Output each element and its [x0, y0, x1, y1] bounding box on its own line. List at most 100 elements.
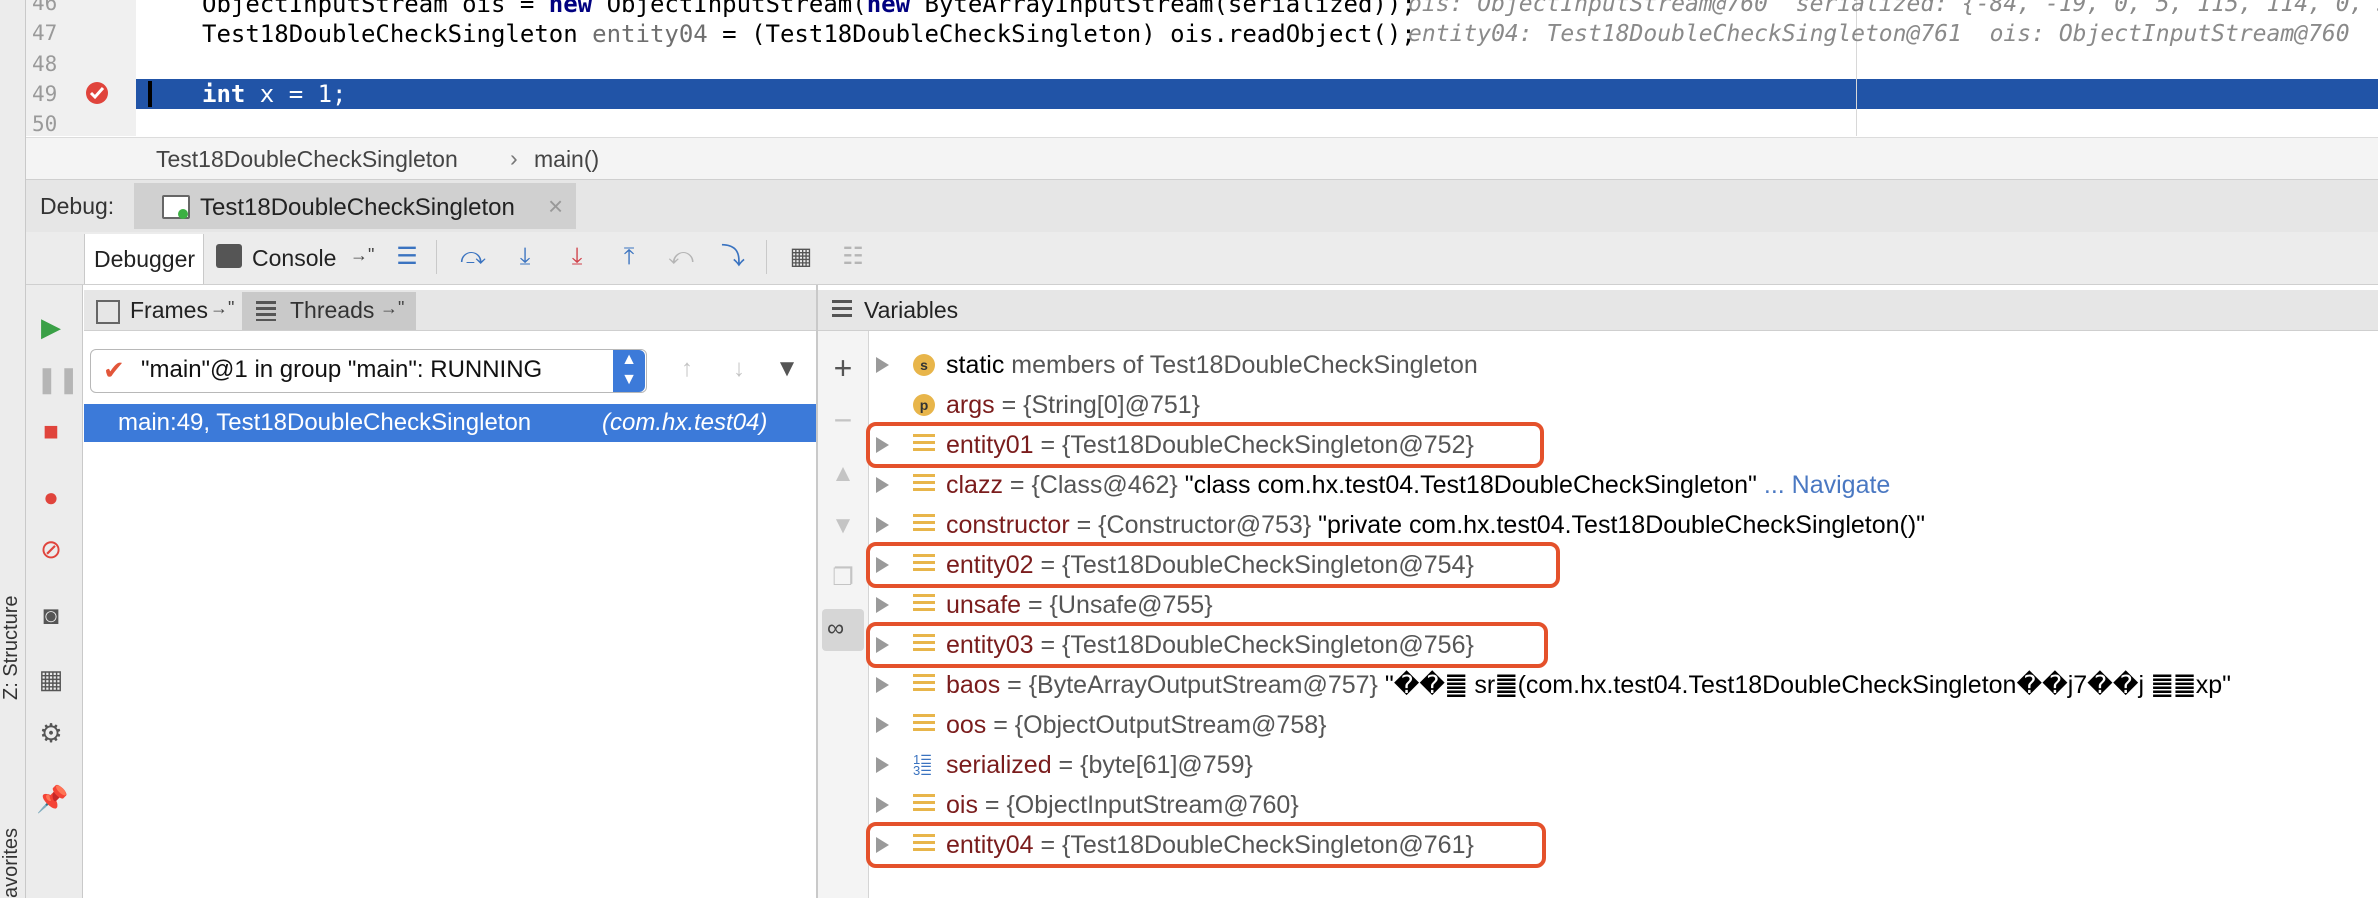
expand-arrow-icon[interactable]	[876, 757, 889, 773]
frame-row[interactable]: main:49, Test18DoubleCheckSingleton (com…	[84, 404, 816, 442]
show-watches-toggle[interactable]: ∞	[822, 609, 864, 651]
view-breakpoints-icon[interactable]: ●	[36, 482, 66, 512]
filter-icon[interactable]: ▼	[772, 354, 802, 384]
pause-icon[interactable]: ❚❚	[36, 364, 80, 394]
field-icon	[913, 474, 935, 496]
move-up-icon[interactable]: ▲	[828, 459, 858, 489]
variable-string: "��䷀ sr䷀(com.hx.test04.Test18DoubleCheck…	[1384, 671, 2232, 699]
run-to-cursor-icon[interactable]: ⤵	[718, 242, 748, 272]
line-number: 46	[32, 0, 58, 15]
console-icon	[216, 244, 242, 268]
variable-name: unsafe	[946, 591, 1022, 619]
layout-icon[interactable]: ▦	[36, 664, 66, 694]
drop-frame-icon[interactable]: ⤺	[666, 242, 696, 272]
variable-value: = {ObjectOutputStream@758}	[986, 711, 1327, 739]
structure-tab[interactable]: Z: Structure	[0, 596, 23, 700]
code-line-47: Test18DoubleCheckSingleton entity04 = (T…	[202, 20, 1416, 48]
field-icon	[913, 594, 935, 616]
variable-string: "private com.hx.test04.Test18DoubleCheck…	[1318, 511, 1926, 539]
tab-threads[interactable]: Threads →"	[242, 292, 416, 330]
toolbar-separator	[766, 240, 767, 274]
debug-session-label: Test18DoubleCheckSingleton	[200, 194, 515, 221]
chevron-updown-icon[interactable]: ▲ ▼	[613, 350, 645, 392]
mute-breakpoints-icon[interactable]: ⊘	[36, 534, 66, 564]
copy-icon[interactable]: ❐	[828, 563, 858, 593]
expand-arrow-icon[interactable]	[876, 797, 889, 813]
step-over-icon[interactable]: ⤼	[458, 242, 488, 272]
tab-debugger[interactable]: Debugger	[84, 234, 204, 284]
debug-label: Debug:	[40, 193, 115, 219]
step-into-icon[interactable]: ⤓	[510, 242, 540, 272]
threads-icon	[256, 301, 276, 321]
stop-icon[interactable]: ■	[36, 416, 66, 446]
toolbar-separator	[436, 240, 437, 274]
step-out-icon[interactable]: ⤒	[614, 242, 644, 272]
variable-name: ois	[946, 791, 978, 819]
tab-frames[interactable]: Frames	[130, 297, 208, 324]
expand-arrow-icon[interactable]	[876, 357, 889, 373]
gear-icon[interactable]: ⚙	[36, 718, 66, 748]
variables-actions: + − ▲ ▼ ❐ ∞	[818, 331, 869, 898]
next-frame-icon[interactable]: ↓	[724, 354, 754, 384]
line-number: 47	[32, 21, 58, 45]
frames-pin-icon[interactable]: →"	[210, 298, 234, 319]
camera-icon[interactable]: ◙	[36, 600, 66, 630]
variable-name: static	[946, 351, 1005, 379]
breadcrumb-class[interactable]: Test18DoubleCheckSingleton	[156, 146, 458, 173]
expand-arrow-icon[interactable]	[876, 677, 889, 693]
line-number: 49	[32, 82, 58, 106]
threads-pin-icon[interactable]: →"	[380, 298, 404, 319]
thread-selector[interactable]: ✔ "main"@1 in group "main": RUNNING ▲ ▼	[90, 349, 647, 393]
favorites-tab[interactable]: avorites	[0, 828, 23, 898]
variable-value: = {Constructor@753}	[1069, 511, 1319, 539]
previous-frame-icon[interactable]: ↑	[672, 354, 702, 384]
debugger-tab-label: Debugger	[94, 246, 196, 272]
code-line-49: int x = 1;	[202, 80, 347, 108]
variables-title: Variables	[864, 297, 959, 323]
code-editor[interactable]: 46 ObjectInputStream ois = new ObjectInp…	[26, 0, 2378, 136]
add-watch-icon[interactable]: +	[828, 352, 858, 384]
variable-value: = {ByteArrayOutputStream@757}	[1000, 671, 1385, 699]
force-step-into-icon[interactable]: ⤓	[562, 242, 592, 272]
frame-location: main:49, Test18DoubleCheckSingleton	[118, 409, 532, 436]
thread-selector-value: "main"@1 in group "main": RUNNING	[141, 356, 543, 383]
line-number: 50	[32, 112, 58, 136]
tab-console[interactable]: Console	[252, 245, 336, 272]
variables-header: Variables	[818, 290, 2378, 331]
text-cursor	[148, 81, 152, 107]
close-icon[interactable]: ×	[548, 191, 563, 222]
variable-value: members of Test18DoubleCheckSingleton	[1004, 351, 1478, 379]
frame-package: (com.hx.test04)	[602, 409, 768, 436]
annotation-highlight	[866, 542, 1560, 588]
variable-name: args	[946, 391, 995, 419]
array-icon: 1☰ 3☰	[913, 752, 932, 778]
inline-value-hint: entity04: Test18DoubleCheckSingleton@761…	[1408, 21, 2350, 47]
expand-arrow-icon[interactable]	[876, 477, 889, 493]
code-line-46: ObjectInputStream ois = new ObjectInputS…	[202, 0, 1416, 18]
show-execution-point-icon[interactable]: ☰	[392, 242, 422, 272]
navigate-link[interactable]: ... Navigate	[1757, 471, 1890, 499]
variable-name: constructor	[946, 511, 1070, 539]
evaluate-expression-icon[interactable]: ▦	[786, 242, 816, 272]
breakpoint-icon[interactable]	[84, 80, 110, 106]
trace-icon[interactable]: ☷	[838, 242, 868, 272]
remove-watch-icon[interactable]: −	[828, 404, 858, 436]
pin-icon[interactable]: 📌	[36, 784, 68, 814]
debug-toolbar	[26, 232, 2378, 285]
console-pin-icon[interactable]: →"	[350, 245, 374, 266]
variable-string: "class com.hx.test04.Test18DoubleCheckSi…	[1184, 471, 1757, 499]
expand-arrow-icon[interactable]	[876, 717, 889, 733]
variable-value: = {Unsafe@755}	[1021, 591, 1213, 619]
variable-value: = {Class@462}	[1002, 471, 1185, 499]
debug-session-tab[interactable]: Test18DoubleCheckSingleton ×	[134, 183, 576, 229]
expand-arrow-icon[interactable]	[876, 597, 889, 613]
field-icon	[913, 674, 935, 696]
expand-arrow-icon[interactable]	[876, 517, 889, 533]
static-icon: s	[913, 354, 935, 376]
current-execution-line	[136, 79, 2378, 109]
breadcrumb-method[interactable]: main()	[534, 146, 599, 173]
resume-icon[interactable]: ▶	[36, 312, 66, 342]
move-down-icon[interactable]: ▼	[828, 511, 858, 541]
field-icon	[913, 794, 935, 816]
variable-value: = {ObjectInputStream@760}	[977, 791, 1299, 819]
